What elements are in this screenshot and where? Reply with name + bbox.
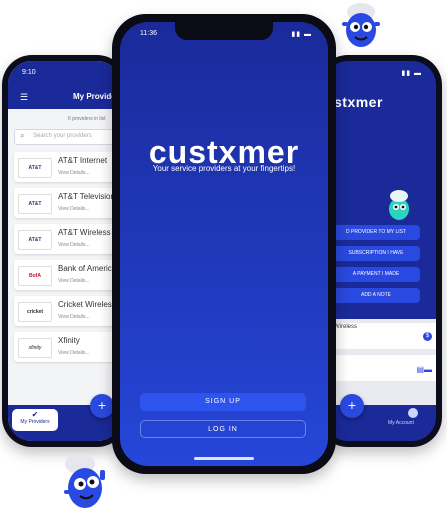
search-icon: ⌕ — [20, 131, 25, 140]
status-bar: ▮▮ ▬ — [324, 61, 436, 81]
tab-my-providers[interactable]: ✔ My Providers — [12, 409, 58, 431]
menu-icon[interactable]: ☰ — [20, 92, 28, 103]
att-logo: AT&T — [18, 158, 52, 178]
provider-name: Wireless — [334, 324, 358, 330]
provider-name: Cricket Wireless — [58, 300, 116, 309]
view-details-link[interactable]: View Details... — [58, 242, 90, 248]
providers-screen: 9:10 ☰ My Providers 6 providers in list … — [8, 61, 121, 441]
notch — [175, 22, 273, 40]
xfinity-logo: xfinity — [18, 338, 52, 358]
add-provider-button[interactable]: + — [90, 394, 114, 418]
list-item[interactable]: Wireless $ — [328, 323, 436, 349]
welcome-screen: 11:36 ▮▮ ▬ custxmer Your service provide… — [120, 22, 328, 466]
mascot-icon — [389, 190, 409, 220]
provider-count: 6 providers in list — [68, 116, 106, 122]
tab-my-account[interactable]: My Account — [388, 420, 414, 426]
status-time: 9:10 — [22, 69, 36, 76]
add-menu-screen: ▮▮ ▬ stxmer D PROVIDER TO MY LIST SUBSCR… — [324, 61, 436, 441]
view-details-link[interactable]: View Details... — [58, 206, 90, 212]
provider-name: AT&T Wireless — [58, 228, 111, 237]
home-indicator — [194, 457, 254, 460]
view-details-link[interactable]: View Details... — [58, 170, 90, 176]
mascot-icon — [64, 454, 105, 508]
view-details-link[interactable]: View Details... — [58, 278, 90, 284]
signal-battery-icon: ▮▮ ▬ — [291, 31, 312, 38]
search-input[interactable]: ⌕ Search your providers — [14, 129, 121, 145]
add-note-button[interactable]: ADD A NOTE — [332, 288, 420, 303]
left-phone: 9:10 ☰ My Providers 6 providers in list … — [2, 55, 127, 447]
header: ☰ My Providers — [8, 83, 121, 109]
account-icon[interactable] — [408, 408, 418, 418]
dollar-icon[interactable]: $ — [423, 332, 432, 341]
tab-label: My Providers — [20, 419, 50, 425]
add-subscription-button[interactable]: SUBSCRIPTION I HAVE — [332, 246, 420, 261]
provider-name: AT&T Internet — [58, 156, 108, 165]
add-button[interactable]: + — [340, 394, 364, 418]
document-card-icon[interactable]: ▤▬ — [416, 365, 432, 374]
provider-card[interactable]: AT&T AT&T Internet View Details... — [14, 152, 121, 182]
provider-name: AT&T Television — [58, 192, 115, 201]
provider-card[interactable]: AT&T AT&T Television View Details... — [14, 188, 121, 218]
bank-of-america-logo: BofA — [18, 266, 52, 286]
view-details-link[interactable]: View Details... — [58, 350, 90, 356]
providers-panel: Wireless $ ▤▬ — [324, 319, 436, 409]
right-phone: ▮▮ ▬ stxmer D PROVIDER TO MY LIST SUBSCR… — [318, 55, 442, 447]
provider-name: Bank of America — [58, 264, 117, 273]
tagline: Your service providers at your fingertip… — [152, 164, 296, 173]
search-placeholder: Search your providers — [33, 133, 92, 139]
center-phone: 11:36 ▮▮ ▬ custxmer Your service provide… — [112, 14, 336, 474]
sign-up-button[interactable]: SIGN UP — [140, 393, 306, 411]
status-time: 11:36 — [140, 30, 157, 37]
brand-logo: stxmer — [334, 94, 383, 110]
provider-name: Xfinity — [58, 336, 80, 345]
list-item[interactable]: ▤▬ — [328, 355, 436, 381]
att-logo: AT&T — [18, 230, 52, 250]
cricket-logo: cricket — [18, 302, 52, 322]
mascot-icon — [342, 3, 380, 47]
att-logo: AT&T — [18, 194, 52, 214]
log-in-button[interactable]: LOG IN — [140, 420, 306, 438]
signal-icon: ▮▮ ▬ — [401, 70, 422, 77]
add-payment-button[interactable]: A PAYMENT I MADE — [332, 267, 420, 282]
provider-card[interactable]: cricket Cricket Wireless View Details... — [14, 296, 121, 326]
check-badge-icon: ✔ — [31, 410, 39, 419]
provider-card[interactable]: AT&T AT&T Wireless View Details... — [14, 224, 121, 254]
view-details-link[interactable]: View Details... — [58, 314, 90, 320]
provider-card[interactable]: xfinity Xfinity View Details... — [14, 332, 121, 362]
add-provider-menu-button[interactable]: D PROVIDER TO MY LIST — [332, 225, 420, 240]
provider-card[interactable]: BofA Bank of America View Details... — [14, 260, 121, 290]
